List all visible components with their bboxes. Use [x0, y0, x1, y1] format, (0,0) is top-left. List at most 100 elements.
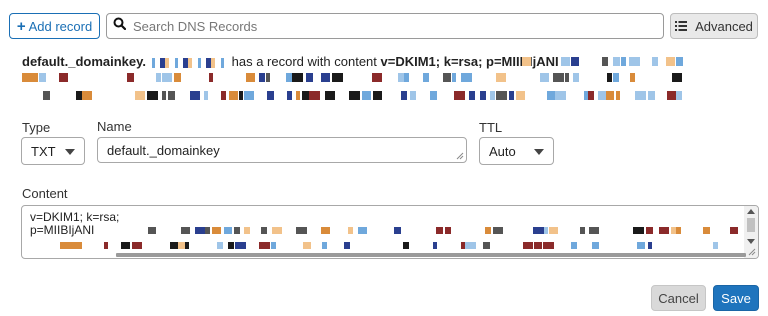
redaction-block: [523, 242, 533, 249]
redaction-block: [646, 227, 653, 234]
type-label: Type: [22, 120, 51, 135]
redaction-block: [588, 91, 594, 100]
redaction-block: [589, 227, 599, 234]
redaction-block: [483, 242, 490, 249]
redaction-block: [648, 242, 652, 249]
redaction-block: [672, 73, 682, 82]
redaction-block: [170, 242, 178, 249]
search-icon: [113, 17, 127, 35]
redaction-block: [303, 242, 311, 249]
redaction-block: [480, 91, 486, 100]
add-record-button[interactable]: + Add record: [9, 13, 100, 39]
redaction-block: [445, 227, 451, 234]
redaction-block: [244, 91, 254, 100]
redaction-block: [322, 242, 327, 249]
scroll-down-icon[interactable]: [747, 239, 755, 244]
redaction-block: [59, 73, 68, 82]
redaction-block: [485, 227, 491, 234]
redaction-block: [493, 227, 503, 234]
redaction-block: [209, 73, 213, 82]
redaction-block: [703, 227, 710, 234]
redaction-block: [286, 73, 292, 82]
redaction-block: [127, 73, 134, 82]
redaction-block: [147, 91, 158, 100]
add-record-label: Add record: [28, 18, 93, 34]
redaction-block: [239, 91, 243, 100]
redaction-block: [261, 227, 267, 234]
redaction-block: [168, 91, 175, 100]
redaction-block: [629, 57, 640, 66]
redaction-block: [348, 227, 353, 234]
redaction-block: [648, 91, 655, 100]
redaction-block: [148, 227, 156, 234]
redaction-block: [630, 73, 635, 82]
redaction-block: [373, 91, 382, 100]
redacted-content-noise: [60, 227, 738, 249]
redaction-block: [185, 242, 189, 249]
redaction-block: [410, 91, 416, 100]
redaction-block: [571, 242, 577, 249]
redaction-block: [561, 57, 570, 66]
chevron-down-icon: [65, 149, 75, 155]
redaction-block: [496, 73, 506, 82]
redaction-block: [344, 242, 350, 249]
redaction-block: [224, 227, 232, 234]
redaction-block: [162, 91, 166, 100]
ttl-select[interactable]: Auto: [479, 137, 554, 165]
redacted-content-noise: [22, 57, 683, 100]
redaction-block: [423, 73, 429, 82]
advanced-button[interactable]: Advanced: [670, 13, 758, 39]
type-value: TXT: [31, 143, 56, 159]
redaction-block: [181, 227, 190, 234]
redaction-block: [296, 227, 307, 234]
content-textarea[interactable]: v=DKIM1; k=rsa; p=MIIBIjANI: [21, 205, 759, 259]
redaction-block: [549, 227, 558, 234]
redaction-block: [76, 91, 82, 100]
redaction-block: [221, 91, 226, 100]
redaction-block: [602, 57, 608, 66]
redaction-block: [302, 91, 309, 100]
redaction-block: [598, 91, 606, 100]
redaction-block: [580, 227, 585, 234]
cancel-button[interactable]: Cancel: [651, 285, 706, 311]
redaction-block: [60, 242, 71, 249]
name-field[interactable]: default._domainkey: [97, 137, 467, 163]
redaction-block: [676, 57, 683, 66]
redaction-block: [571, 57, 579, 66]
redaction-block: [82, 91, 92, 100]
redaction-block: [547, 91, 555, 100]
scroll-thumb[interactable]: [747, 218, 755, 232]
type-select[interactable]: TXT: [21, 137, 85, 165]
redaction-block: [332, 73, 343, 82]
save-button[interactable]: Save: [713, 285, 759, 311]
redaction-block: [461, 73, 472, 82]
search-box[interactable]: [106, 13, 664, 39]
redaction-block: [162, 73, 172, 82]
resize-grip-icon[interactable]: [456, 152, 464, 160]
redaction-block: [29, 73, 38, 82]
redaction-block: [266, 73, 270, 82]
redaction-block: [404, 73, 409, 82]
redaction-block: [522, 57, 531, 66]
redaction-block: [543, 242, 554, 249]
content-label: Content: [22, 186, 68, 201]
redaction-block: [540, 73, 549, 82]
redaction-block: [292, 73, 303, 82]
redaction-block: [461, 242, 465, 249]
redaction-block: [490, 91, 495, 100]
scroll-up-icon[interactable]: [747, 209, 755, 214]
redaction-block: [71, 242, 82, 249]
horizontal-scrollbar[interactable]: [116, 253, 746, 257]
redaction-block: [174, 73, 181, 82]
redaction-block: [228, 242, 234, 249]
resize-grip-icon[interactable]: [748, 248, 756, 256]
redaction-block: [436, 227, 443, 234]
redaction-block: [234, 227, 240, 234]
redaction-block: [229, 91, 238, 100]
redaction-block: [195, 227, 205, 234]
redaction-block: [246, 73, 255, 82]
redaction-block: [121, 242, 130, 249]
chevron-down-icon: [534, 149, 544, 155]
redaction-block: [465, 242, 476, 249]
search-input[interactable]: [131, 15, 663, 37]
